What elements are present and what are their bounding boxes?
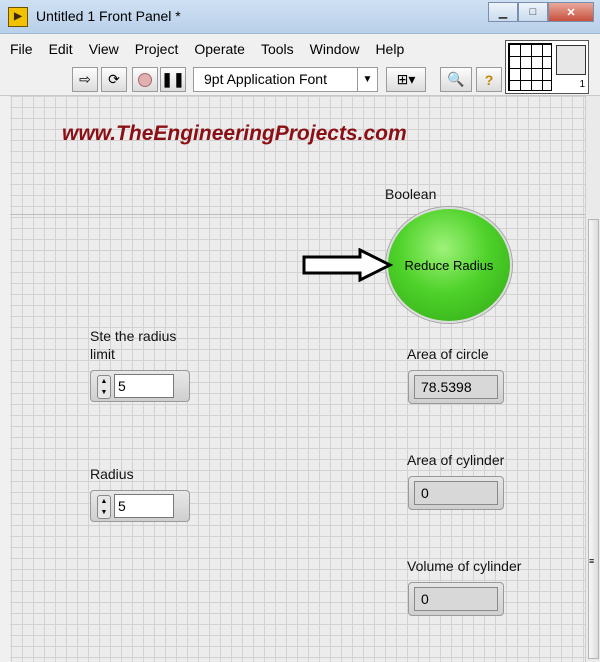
radius-limit-label: Ste the radius limit — [90, 328, 177, 362]
radius-limit-input[interactable]: 5 — [114, 374, 174, 398]
font-select-value: 9pt Application Font — [204, 71, 327, 87]
align-icon[interactable]: ⊞▾ — [386, 67, 426, 92]
pause-icon[interactable]: ❚❚ — [160, 67, 186, 92]
abort-icon[interactable] — [132, 67, 158, 92]
menu-edit[interactable]: Edit — [49, 41, 73, 57]
connector-grid[interactable] — [508, 43, 552, 91]
menu-help[interactable]: Help — [375, 41, 404, 57]
help-icon[interactable]: ? — [476, 67, 502, 92]
area-of-cylinder-label: Area of cylinder — [407, 452, 505, 468]
panel-left-margin — [0, 96, 10, 662]
menu-file[interactable]: File — [10, 41, 33, 57]
area-of-circle-indicator: 78.5398 — [408, 370, 504, 404]
arrow-right-icon — [302, 248, 394, 282]
maximize-button[interactable]: □ — [518, 2, 548, 22]
font-select[interactable]: 9pt Application Font ▼ — [193, 67, 378, 92]
radius-control[interactable]: ▲ ▼ 5 — [90, 490, 190, 522]
radius-input[interactable]: 5 — [114, 494, 174, 518]
run-arrow-icon[interactable]: ⇨ — [72, 67, 98, 92]
area-of-circle-label: Area of circle — [407, 346, 489, 362]
menu-window[interactable]: Window — [310, 41, 360, 57]
radius-limit-control[interactable]: ▲ ▼ 5 — [90, 370, 190, 402]
increment-decrement-icon[interactable]: ▲ ▼ — [97, 495, 111, 519]
search-icon[interactable]: 🔍 — [440, 67, 472, 92]
area-of-cylinder-indicator: 0 — [408, 476, 504, 510]
increment-decrement-icon[interactable]: ▲ ▼ — [97, 375, 111, 399]
volume-of-cylinder-label: Volume of cylinder — [407, 558, 522, 574]
radius-label: Radius — [90, 466, 134, 482]
vi-icon-number: 1 — [579, 79, 585, 90]
window-title: Untitled 1 Front Panel * — [36, 8, 181, 24]
menu-project[interactable]: Project — [135, 41, 179, 57]
scrollbar-thumb[interactable] — [588, 219, 599, 659]
vertical-scrollbar[interactable]: ≡ — [585, 96, 600, 662]
vi-icon[interactable]: 1 — [556, 45, 586, 90]
area-of-circle-value: 78.5398 — [414, 375, 498, 399]
connector-pane[interactable]: 1 — [505, 40, 589, 94]
menu-operate[interactable]: Operate — [194, 41, 245, 57]
window-controls: ▁ □ ✕ — [488, 2, 594, 22]
menu-view[interactable]: View — [89, 41, 119, 57]
run-continuously-icon[interactable]: ⟳ — [101, 67, 127, 92]
menu-tools[interactable]: Tools — [261, 41, 294, 57]
labview-vi-icon: ▶ — [8, 7, 28, 27]
volume-of-cylinder-value: 0 — [414, 587, 498, 611]
scroll-grip-icon: ≡ — [589, 556, 595, 566]
chevron-down-icon: ▼ — [357, 68, 377, 91]
area-of-cylinder-value: 0 — [414, 481, 498, 505]
watermark-text: www.TheEngineeringProjects.com — [62, 122, 407, 145]
volume-of-cylinder-indicator: 0 — [408, 582, 504, 616]
boolean-label: Boolean — [385, 186, 437, 202]
title-bar: ▶ Untitled 1 Front Panel * ▁ □ ✕ — [0, 0, 600, 34]
close-button[interactable]: ✕ — [548, 2, 594, 22]
minimize-button[interactable]: ▁ — [488, 2, 518, 22]
reduce-radius-label: Reduce Radius — [404, 257, 494, 273]
reduce-radius-button[interactable]: Reduce Radius — [386, 207, 512, 323]
